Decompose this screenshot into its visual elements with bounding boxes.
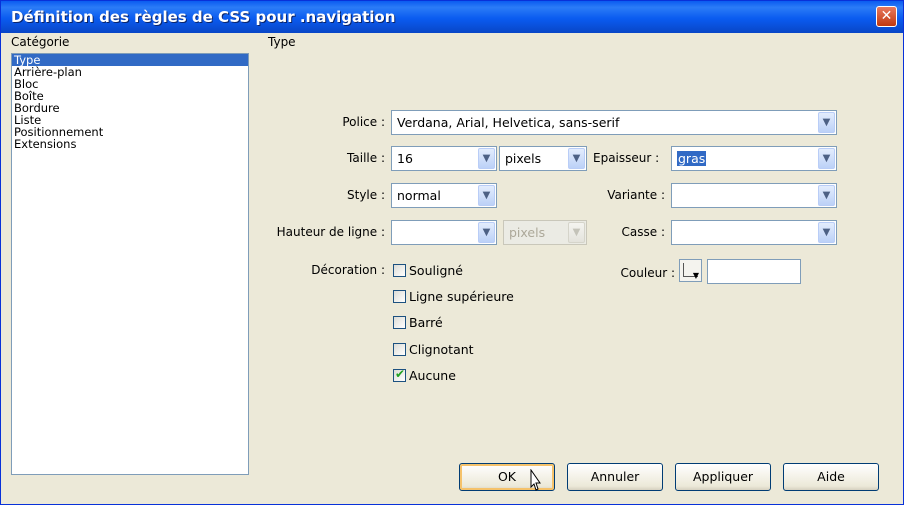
dialog-title: Définition des règles de CSS pour .navig… (11, 8, 396, 26)
blink-checkbox[interactable] (393, 343, 406, 356)
chevron-down-icon[interactable]: ▼ (478, 185, 495, 206)
weight-select[interactable]: gras ▼ (671, 146, 837, 171)
css-rule-dialog: Définition des règles de CSS pour .navig… (0, 0, 904, 505)
category-item-block[interactable]: Bloc (12, 78, 248, 90)
style-value: normal (397, 188, 441, 203)
chevron-down-icon[interactable]: ▼ (818, 185, 835, 206)
case-select[interactable]: ▼ (671, 220, 837, 245)
line-height-unit-value: pixels (509, 225, 546, 240)
cancel-button[interactable]: Annuler (567, 463, 663, 491)
chevron-down-icon[interactable]: ▼ (818, 112, 835, 133)
strikethrough-checkbox[interactable] (393, 316, 406, 329)
font-value: Verdana, Arial, Helvetica, sans-serif (397, 115, 620, 130)
color-label: Couleur : (620, 266, 675, 280)
font-label: Police : (342, 115, 385, 129)
chevron-down-icon: ▼ (692, 271, 699, 280)
title-bar[interactable]: Définition des règles de CSS pour .navig… (1, 1, 903, 33)
weight-label: Epaisseur : (593, 151, 660, 165)
none-checkbox[interactable]: ✔ (393, 367, 406, 382)
blink-label: Clignotant (409, 342, 474, 357)
color-value-input[interactable] (707, 259, 801, 284)
variant-label: Variante : (607, 188, 665, 202)
close-button[interactable]: ✕ (876, 6, 897, 27)
variant-select[interactable]: ▼ (671, 183, 837, 208)
size-unit-value: pixels (505, 151, 542, 166)
category-item-background[interactable]: Arrière-plan (12, 66, 248, 78)
panel-header: Type (268, 35, 296, 49)
chevron-down-icon[interactable]: ▼ (818, 222, 835, 243)
size-label: Taille : (347, 151, 385, 165)
chevron-down-icon[interactable]: ▼ (478, 222, 495, 243)
overline-label: Ligne supérieure (409, 289, 514, 304)
case-label: Casse : (621, 225, 665, 239)
size-unit-select[interactable]: pixels ▼ (499, 146, 587, 171)
underline-checkbox[interactable] (393, 264, 406, 277)
line-height-label: Hauteur de ligne : (276, 225, 385, 239)
weight-value: gras (677, 151, 707, 166)
chevron-down-icon[interactable]: ▼ (818, 148, 835, 169)
line-height-select[interactable]: ▼ (391, 220, 497, 245)
font-select[interactable]: Verdana, Arial, Helvetica, sans-serif ▼ (391, 110, 837, 135)
category-header: Catégorie (11, 35, 70, 49)
check-icon: ✔ (395, 367, 406, 381)
underline-label: Souligné (409, 263, 463, 278)
mouse-pointer-icon (530, 469, 541, 491)
strikethrough-label: Barré (409, 315, 443, 330)
help-button[interactable]: Aide (783, 463, 879, 491)
decoration-label: Décoration : (311, 263, 385, 277)
chevron-down-icon[interactable]: ▼ (478, 148, 495, 169)
color-picker-button[interactable]: ▼ (679, 259, 702, 282)
apply-button[interactable]: Appliquer (675, 463, 771, 491)
style-select[interactable]: normal ▼ (391, 183, 497, 208)
category-list[interactable]: Type Arrière-plan Bloc Boîte Bordure Lis… (11, 53, 249, 475)
line-height-unit-select: pixels ▼ (503, 220, 587, 245)
close-icon: ✕ (880, 8, 893, 24)
category-item-extensions[interactable]: Extensions (12, 138, 248, 150)
none-label: Aucune (409, 368, 456, 383)
chevron-down-icon[interactable]: ▼ (568, 148, 585, 169)
overline-checkbox[interactable] (393, 290, 406, 303)
style-label: Style : (347, 188, 385, 202)
size-value: 16 (397, 151, 413, 166)
size-select[interactable]: 16 ▼ (391, 146, 497, 171)
category-item-border[interactable]: Bordure (12, 102, 248, 114)
